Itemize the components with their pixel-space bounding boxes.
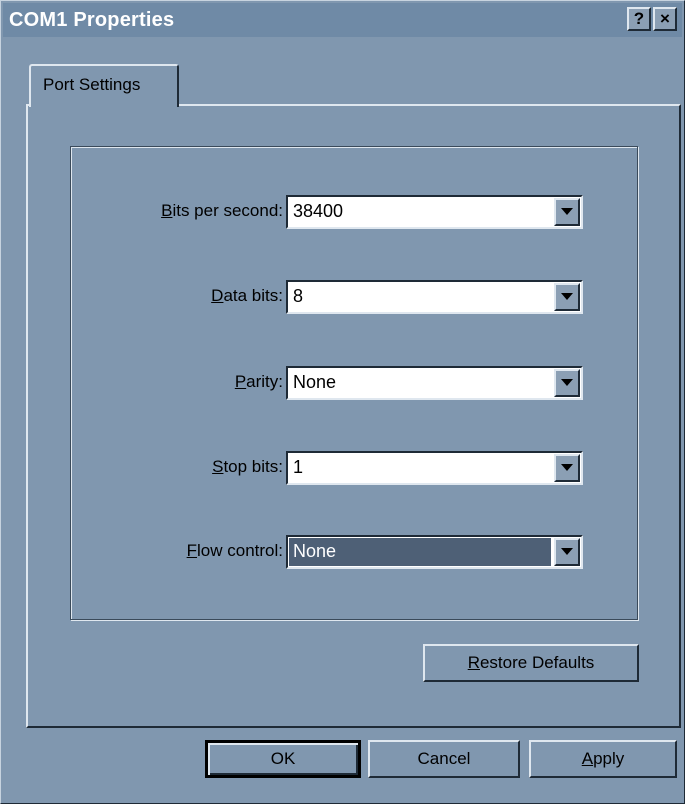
- data-bits-select[interactable]: 8: [286, 280, 583, 314]
- parity-label: Parity:: [234, 372, 283, 391]
- stop-bits-select[interactable]: 1: [286, 451, 583, 485]
- stop-bits-dropdown-button[interactable]: [554, 454, 580, 482]
- chevron-down-icon: [561, 379, 573, 386]
- data-bits-row: Data bits: 8: [0, 280, 685, 314]
- bits-per-second-label: Bits per second:: [161, 201, 283, 220]
- window-title: COM1 Properties: [9, 9, 175, 31]
- apply-button[interactable]: Apply: [529, 740, 677, 778]
- flow-control-label: Flow control:: [186, 541, 283, 560]
- ok-button[interactable]: OK: [205, 740, 361, 778]
- chevron-down-icon: [561, 293, 573, 300]
- bits-per-second-dropdown-button[interactable]: [554, 198, 580, 226]
- chevron-down-icon: [561, 208, 573, 215]
- flow-control-value: None: [293, 541, 337, 561]
- title-bar[interactable]: COM1 Properties ? ×: [3, 3, 682, 37]
- restore-defaults-button[interactable]: Restore Defaults: [423, 644, 639, 682]
- cancel-button[interactable]: Cancel: [368, 740, 520, 778]
- stop-bits-row: Stop bits: 1: [0, 451, 685, 485]
- flow-control-dropdown-button[interactable]: [554, 538, 580, 566]
- flow-control-row: Flow control: None: [0, 535, 685, 569]
- chevron-down-icon: [561, 464, 573, 471]
- parity-row: Parity: None: [0, 366, 685, 400]
- help-button[interactable]: ?: [627, 7, 651, 31]
- parity-select[interactable]: None: [286, 366, 583, 400]
- tab-port-settings-label: Port Settings: [43, 75, 141, 94]
- help-icon: ?: [633, 9, 645, 28]
- parity-dropdown-button[interactable]: [554, 369, 580, 397]
- stop-bits-value: 1: [293, 457, 304, 477]
- parity-value: None: [293, 372, 337, 392]
- bits-per-second-row: Bits per second: 38400: [0, 195, 685, 229]
- close-button[interactable]: ×: [653, 7, 677, 31]
- bits-per-second-value: 38400: [293, 201, 344, 221]
- stop-bits-label: Stop bits:: [212, 457, 283, 476]
- close-icon: ×: [660, 9, 670, 28]
- tab-port-settings[interactable]: Port Settings: [29, 64, 179, 107]
- data-bits-dropdown-button[interactable]: [554, 283, 580, 311]
- data-bits-label: Data bits:: [211, 286, 283, 305]
- flow-control-select[interactable]: None: [286, 535, 583, 569]
- chevron-down-icon: [561, 548, 573, 555]
- data-bits-value: 8: [293, 286, 304, 306]
- bits-per-second-select[interactable]: 38400: [286, 195, 583, 229]
